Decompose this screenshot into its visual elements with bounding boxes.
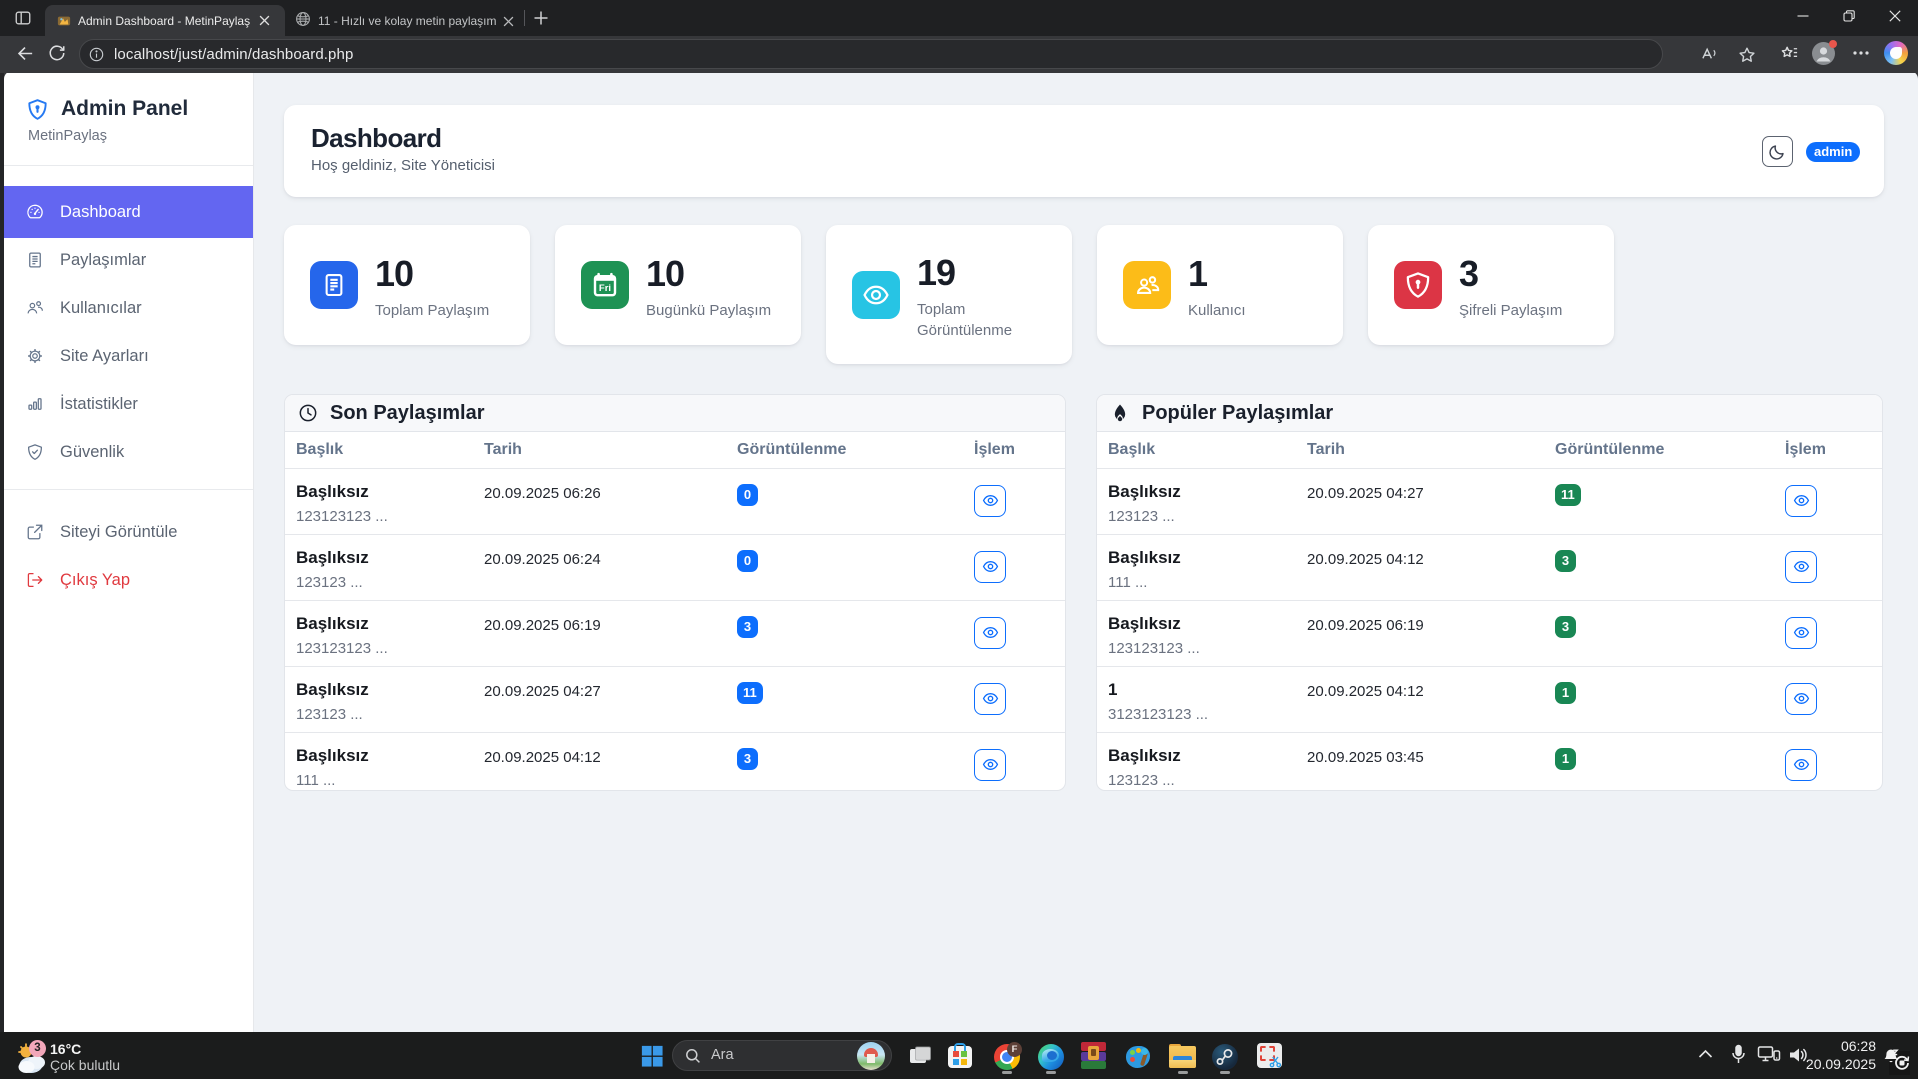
svg-text:Fri: Fri (599, 283, 611, 294)
